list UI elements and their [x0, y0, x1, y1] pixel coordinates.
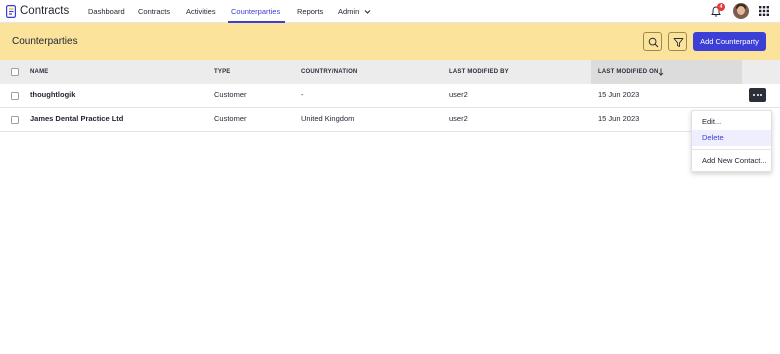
- nav-admin[interactable]: Admin: [338, 7, 359, 17]
- app-title: Contracts: [20, 5, 70, 17]
- cell-modified-on: 15 Jun 2023: [598, 114, 640, 123]
- counterparty-name-link[interactable]: James Dental Practice Ltd: [30, 114, 123, 124]
- nav-activities[interactable]: Activities: [186, 7, 216, 17]
- search-icon: [648, 37, 659, 48]
- cell-country: -: [301, 90, 304, 99]
- nav-reports[interactable]: Reports: [297, 7, 323, 17]
- filter-icon: [673, 38, 684, 47]
- cell-country: United Kingdom: [301, 114, 355, 123]
- more-icon: [753, 94, 755, 96]
- column-header-modified-on[interactable]: LAST MODIFIED ON: [598, 68, 659, 76]
- avatar[interactable]: [733, 3, 749, 19]
- menu-item-add-new-contact[interactable]: Add New Contact...: [692, 156, 771, 166]
- nav-dashboard[interactable]: Dashboard: [88, 7, 125, 17]
- cell-modified-by: user2: [449, 114, 468, 123]
- column-header-name[interactable]: NAME: [30, 68, 48, 76]
- sort-down-icon[interactable]: [658, 68, 664, 76]
- page-header: [0, 23, 780, 60]
- notification-badge: 4: [717, 3, 725, 11]
- row-divider: [0, 107, 780, 108]
- filter-button[interactable]: [668, 32, 687, 51]
- more-actions-button[interactable]: [749, 88, 766, 102]
- row-checkbox[interactable]: [11, 116, 19, 124]
- apps-grid-icon[interactable]: [759, 6, 769, 16]
- row-checkbox[interactable]: [11, 92, 19, 100]
- column-header-country[interactable]: COUNTRY/NATION: [301, 68, 357, 76]
- menu-divider: [692, 149, 771, 150]
- column-header-modified-by[interactable]: LAST MODIFIED BY: [449, 68, 509, 76]
- counterparty-name-link[interactable]: thoughtlogik: [30, 90, 75, 100]
- row-divider: [0, 131, 691, 132]
- cell-modified-on: 15 Jun 2023: [598, 90, 640, 99]
- row-actions-menu: Edit... Delete Add New Contact...: [691, 110, 772, 172]
- cell-modified-by: user2: [449, 90, 468, 99]
- menu-item-delete[interactable]: Delete: [692, 130, 771, 146]
- add-counterparty-button[interactable]: Add Counterparty: [693, 32, 766, 51]
- nav-counterparties[interactable]: Counterparties: [231, 7, 280, 17]
- nav-contracts[interactable]: Contracts: [138, 7, 170, 17]
- contracts-logo-icon[interactable]: [6, 5, 16, 18]
- chevron-down-icon[interactable]: [364, 8, 371, 15]
- column-header-type[interactable]: TYPE: [214, 68, 230, 76]
- cell-type: Customer: [214, 90, 247, 99]
- select-all-checkbox[interactable]: [11, 68, 19, 76]
- page-title: Counterparties: [12, 36, 78, 47]
- menu-item-edit[interactable]: Edit...: [692, 117, 771, 127]
- search-button[interactable]: [643, 32, 662, 51]
- cell-type: Customer: [214, 114, 247, 123]
